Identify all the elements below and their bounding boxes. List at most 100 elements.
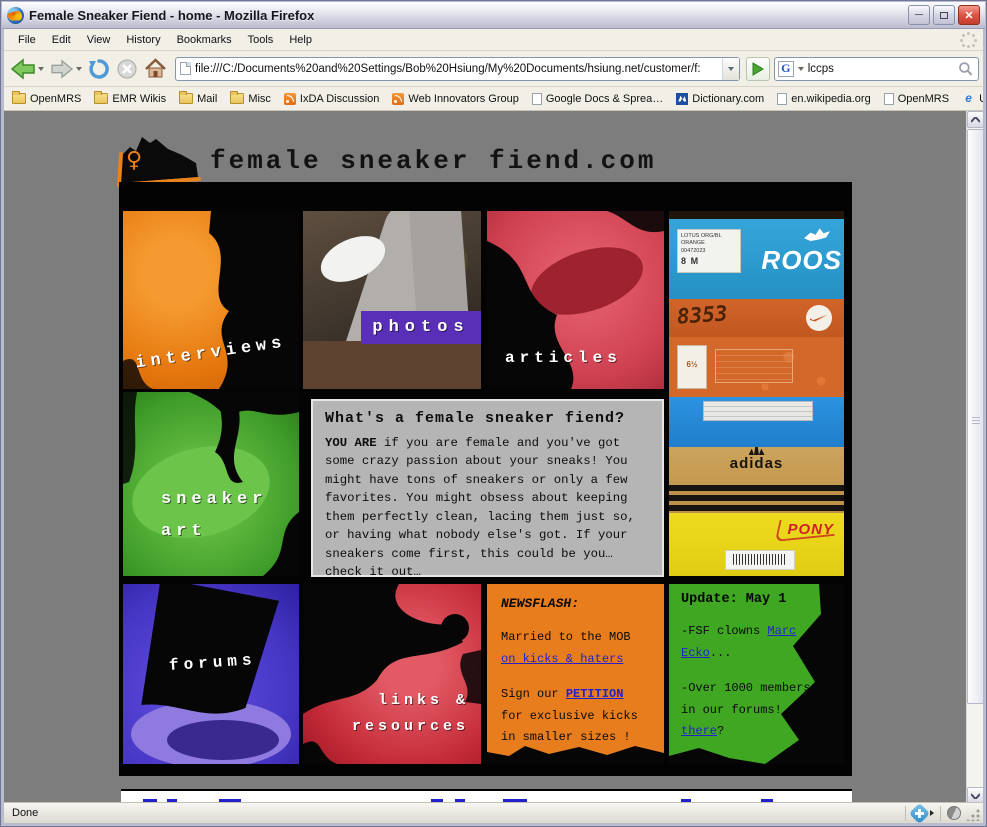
tile-links-resources[interactable]: links &resources [303,584,481,764]
folder-icon [179,93,193,104]
chevron-down-icon [728,67,734,71]
scroll-up-button[interactable] [967,111,984,128]
tile-articles[interactable]: articles [487,211,664,389]
minimize-button[interactable]: ─ [908,5,930,25]
photo-shapes [303,211,481,389]
menu-file[interactable]: File [10,31,44,49]
caret-right-icon [930,810,934,816]
window-title: Female Sneaker Fiend - home - Mozilla Fi… [29,8,905,23]
shoebox-stack-photo: LOTUS ORG/BL ORANGE 00472023 8 M ROOS 83… [669,211,844,576]
throbber-icon [961,32,977,48]
update-block: Update: May 1 -FSF clowns Marc Ecko... -… [669,584,844,764]
tile-sneaker-art-label: sneakerart [161,484,267,549]
chevron-up-icon [971,117,980,123]
location-bar[interactable] [175,57,740,81]
resize-grip[interactable] [967,808,980,821]
bookmark-openmrs-page[interactable]: OpenMRS [884,93,949,105]
adblock-icon[interactable] [947,806,961,820]
search-bar[interactable]: G [774,57,979,81]
browser-window: Female Sneaker Fiend - home - Mozilla Fi… [0,0,987,827]
adidas-shoebox: adidas [669,447,844,513]
vertical-scrollbar[interactable] [966,111,983,804]
footer-links-strip[interactable] [121,789,852,802]
about-lead: YOU ARE [325,436,377,450]
scrollbar-thumb[interactable] [967,129,984,704]
tile-sneaker-art[interactable]: sneakerart [123,392,299,576]
menu-history[interactable]: History [118,31,168,49]
newsflash-item-1: Married to the MOB on kicks & haters [501,627,652,670]
folder-icon [12,93,26,104]
pony-brand: PONY [787,521,834,538]
search-icon[interactable] [958,61,974,77]
bookmark-emr-wikis-folder[interactable]: EMR Wikis [94,93,166,105]
home-button[interactable] [142,54,169,84]
bookmark-mail-folder[interactable]: Mail [179,93,217,105]
google-engine-icon[interactable]: G [778,61,794,77]
bookmark-google-docs[interactable]: Google Docs & Sprea… [532,93,663,105]
adidas-stripes [669,485,844,511]
folder-icon [230,93,244,104]
dictionary-icon [676,93,688,105]
url-input[interactable] [195,63,722,75]
bookmark-web-innovators[interactable]: Web Innovators Group [392,93,518,105]
forward-button[interactable] [48,54,84,84]
close-button[interactable]: ✕ [958,5,980,25]
go-button[interactable] [746,57,770,81]
bookmark-misc-folder[interactable]: Misc [230,93,271,105]
go-arrow-icon [751,62,765,76]
bookmark-untitled[interactable]: eUntitled [962,92,983,105]
barcode-label [725,550,795,570]
tag-extension-button[interactable] [912,806,934,821]
rss-icon [392,93,404,105]
menu-tools[interactable]: Tools [240,31,282,49]
page-icon [180,62,191,75]
nike-box-body: 6½ [669,337,844,397]
back-dropdown-icon[interactable] [38,67,44,71]
adidas-brand: adidas [669,455,844,472]
menu-edit[interactable]: Edit [44,31,79,49]
sneaker-logo-icon: ♀ [116,133,202,189]
roos-shoebox: LOTUS ORG/BL ORANGE 00472023 8 M ROOS [669,219,844,299]
restore-button[interactable] [933,5,955,25]
kangaroo-icon [804,227,830,241]
divider [940,806,941,821]
tile-interviews[interactable]: interviews [123,211,299,389]
tile-forums[interactable]: forums [123,584,299,764]
bookmark-wikipedia[interactable]: en.wikipedia.org [777,93,871,105]
bookmark-openmrs-folder[interactable]: OpenMRS [12,93,81,105]
bookmark-ixda-discussion[interactable]: IxDA Discussion [284,93,379,105]
page-icon [777,93,787,105]
thumb-grip [972,417,980,425]
newsflash-block: NEWSFLASH: Married to the MOB on kicks &… [487,584,664,764]
chevron-down-icon [971,793,980,799]
menu-bar: File Edit View History Bookmarks Tools H… [4,29,983,51]
forward-dropdown-icon[interactable] [76,67,82,71]
folder-icon [94,93,108,104]
site-content: interviews photos [119,182,852,776]
forward-arrow-icon [50,59,74,79]
photos-banner: photos [361,311,481,344]
url-dropdown-button[interactable] [722,58,739,80]
tile-photos[interactable]: photos [303,211,481,389]
bookmarks-toolbar: OpenMRS EMR Wikis Mail Misc IxDA Discuss… [4,87,983,111]
forums-there-link[interactable]: there [681,724,717,738]
blue-box-label [703,401,813,421]
firefox-icon [7,7,24,24]
menu-help[interactable]: Help [281,31,320,49]
menu-view[interactable]: View [79,31,119,49]
site-title: female sneaker fiend.com [210,146,656,176]
menu-bookmarks[interactable]: Bookmarks [169,31,240,49]
petition-link[interactable]: PETITION [566,687,624,701]
about-block: What's a female sneaker fiend? YOU ARE i… [311,399,664,577]
reload-button[interactable] [86,54,112,84]
navigation-toolbar: G [4,51,983,87]
about-body: YOU ARE if you are female and you've got… [325,434,650,577]
stop-button[interactable] [114,54,140,84]
site-logo[interactable]: ♀ female sneaker fiend.com [116,135,656,187]
back-button[interactable] [8,54,46,84]
bookmark-dictionary[interactable]: Dictionary.com [676,93,764,105]
restore-icon [940,12,948,19]
tag-icon [909,802,930,823]
kicks-haters-link[interactable]: on kicks & haters [501,652,623,666]
search-input[interactable] [804,63,959,75]
